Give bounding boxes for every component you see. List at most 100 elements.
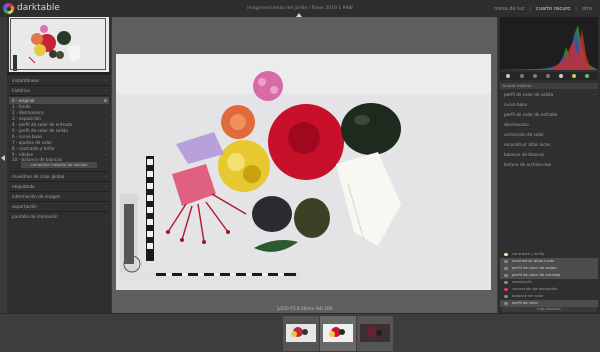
module-status-icon bbox=[504, 280, 508, 284]
thumbnail-image bbox=[360, 324, 390, 342]
effect-group-icon[interactable] bbox=[585, 74, 589, 78]
histogram[interactable] bbox=[500, 17, 598, 70]
compress-history-button[interactable]: comprimir historial de edición bbox=[21, 162, 97, 168]
module-list-label: perfil de color de entrada bbox=[512, 272, 561, 277]
more-modules-button[interactable]: más módulos bbox=[502, 307, 596, 312]
more-icon[interactable]: ·· bbox=[593, 121, 596, 128]
top-bar: darktable imagenes/ramos del jardin / fl… bbox=[0, 0, 600, 17]
histogram-graph bbox=[500, 17, 598, 70]
panel-header-color-picker[interactable]: muestreo de color global ·· bbox=[9, 173, 109, 180]
divider bbox=[9, 211, 109, 212]
module-group-tabs bbox=[500, 72, 598, 80]
module-list-label: exposición bbox=[512, 279, 533, 284]
section-label: información de imagen bbox=[12, 194, 61, 199]
module-label: lectura de archivo raw bbox=[504, 162, 551, 167]
module-label: perfil de color de salida bbox=[504, 92, 554, 97]
more-icon[interactable]: ·· bbox=[593, 131, 596, 138]
more-icon[interactable]: ·· bbox=[104, 213, 107, 220]
module-label: corrección de color bbox=[504, 132, 544, 137]
view-lighttable[interactable]: mesa de luz bbox=[494, 6, 524, 12]
module-status-icon bbox=[504, 252, 508, 256]
thumbnail-flower-image bbox=[286, 324, 316, 342]
panel-header-image-info[interactable]: información de imagen ·· bbox=[9, 193, 109, 200]
module-label: reconstruir altas luces bbox=[504, 142, 551, 147]
divider bbox=[9, 95, 109, 96]
filmstrip-thumbnail[interactable] bbox=[283, 316, 319, 351]
view-switcher: mesa de luz | cuarto oscuro | otro bbox=[494, 6, 592, 12]
module-list-label: perfil de color bbox=[512, 300, 539, 305]
more-icon[interactable]: ·· bbox=[104, 77, 107, 84]
more-icon[interactable]: ·· bbox=[104, 173, 107, 180]
history-selected-icon bbox=[104, 99, 107, 102]
filmstrip bbox=[0, 313, 600, 352]
panel-header-print[interactable]: pantalla de impresión ·· bbox=[9, 213, 109, 220]
right-panel: buscar módulo perfil de color de salida ·… bbox=[498, 17, 600, 313]
panel-header-tagging[interactable]: etiquetado ·· bbox=[9, 183, 109, 190]
module-list-item[interactable]: exposición bbox=[500, 279, 598, 286]
module-list-item[interactable]: perfil de color de salida bbox=[500, 265, 598, 272]
main-image[interactable] bbox=[116, 54, 491, 290]
more-icon[interactable]: ·· bbox=[593, 161, 596, 168]
view-darkroom[interactable]: cuarto oscuro bbox=[536, 6, 570, 12]
module-list-label: reconstruir altas luces bbox=[512, 258, 555, 263]
more-icon[interactable]: ·· bbox=[593, 101, 596, 108]
module-label: curva base bbox=[504, 102, 528, 107]
divider bbox=[9, 181, 109, 182]
more-icon[interactable]: ·· bbox=[593, 91, 596, 98]
correct-group-icon[interactable] bbox=[572, 74, 576, 78]
divider bbox=[9, 85, 109, 86]
more-icon[interactable]: ·· bbox=[593, 151, 596, 158]
collapse-left-arrow-icon[interactable] bbox=[1, 155, 5, 161]
divider bbox=[9, 191, 109, 192]
module-output-color-profile[interactable]: perfil de color de salida ·· bbox=[500, 91, 598, 98]
thumbnail-flower-image bbox=[360, 324, 390, 342]
module-list-item[interactable]: contraste y brillo bbox=[500, 251, 598, 258]
module-raw-input[interactable]: lectura de archivo raw ·· bbox=[500, 161, 598, 168]
module-list-item[interactable]: balance de color bbox=[500, 293, 598, 300]
filmstrip-thumbnail-selected[interactable] bbox=[320, 316, 356, 351]
module-list-item[interactable]: corrección de distorsión bbox=[500, 286, 598, 293]
filmstrip-thumbnail[interactable] bbox=[357, 316, 393, 351]
history-label: histórico bbox=[12, 88, 30, 93]
module-highlight-reconstruction[interactable]: reconstruir altas luces ·· bbox=[500, 141, 598, 148]
thumbnail-image bbox=[286, 324, 316, 342]
module-status-icon bbox=[504, 266, 508, 270]
panel-header-snapshots[interactable]: instantáneas ·· bbox=[9, 77, 109, 84]
module-input-color-profile[interactable]: perfil de color de entrada ·· bbox=[500, 111, 598, 118]
more-icon[interactable]: ·· bbox=[104, 87, 107, 94]
more-icon[interactable]: ·· bbox=[104, 203, 107, 210]
tone-group-icon[interactable] bbox=[546, 74, 550, 78]
module-search-header[interactable]: buscar módulo bbox=[500, 83, 598, 89]
module-color-correction[interactable]: corrección de color ·· bbox=[500, 131, 598, 138]
more-icon[interactable]: ·· bbox=[104, 156, 107, 163]
more-icon[interactable]: ·· bbox=[104, 193, 107, 200]
flower-photo-image bbox=[116, 54, 491, 290]
module-label: balance de blancos bbox=[504, 152, 545, 157]
module-list-item[interactable]: reconstruir altas luces bbox=[500, 258, 598, 265]
module-list-item[interactable]: perfil de color de entrada bbox=[500, 272, 598, 279]
thumbnail-flower-image bbox=[323, 324, 353, 342]
navigation-viewport-frame[interactable] bbox=[10, 18, 106, 70]
module-demosaic[interactable]: desmosaico ·· bbox=[500, 121, 598, 128]
favorites-icon[interactable] bbox=[520, 74, 524, 78]
more-icon[interactable]: ·· bbox=[104, 183, 107, 190]
power-icon[interactable] bbox=[506, 74, 510, 78]
panel-header-history[interactable]: histórico ·· bbox=[9, 87, 109, 94]
navigation-thumbnail[interactable] bbox=[9, 17, 109, 72]
view-separator: | bbox=[575, 6, 577, 12]
module-list-label: balance de color bbox=[512, 293, 544, 298]
more-icon[interactable]: ·· bbox=[593, 141, 596, 148]
navigation-zoom-bar[interactable] bbox=[7, 72, 111, 75]
more-icon[interactable]: ·· bbox=[593, 111, 596, 118]
thumbnail-image bbox=[323, 324, 353, 342]
basic-group-icon[interactable] bbox=[533, 74, 537, 78]
module-status-icon bbox=[504, 294, 508, 298]
view-other[interactable]: otro bbox=[582, 6, 592, 12]
snapshots-label: instantáneas bbox=[12, 78, 40, 83]
module-base-curve[interactable]: curva base ·· bbox=[500, 101, 598, 108]
module-white-balance[interactable]: balance de blancos ·· bbox=[500, 151, 598, 158]
divider bbox=[9, 171, 109, 172]
module-list-item[interactable]: perfil de color bbox=[500, 300, 598, 307]
panel-header-export[interactable]: exportación ·· bbox=[9, 203, 109, 210]
color-group-icon[interactable] bbox=[559, 74, 563, 78]
